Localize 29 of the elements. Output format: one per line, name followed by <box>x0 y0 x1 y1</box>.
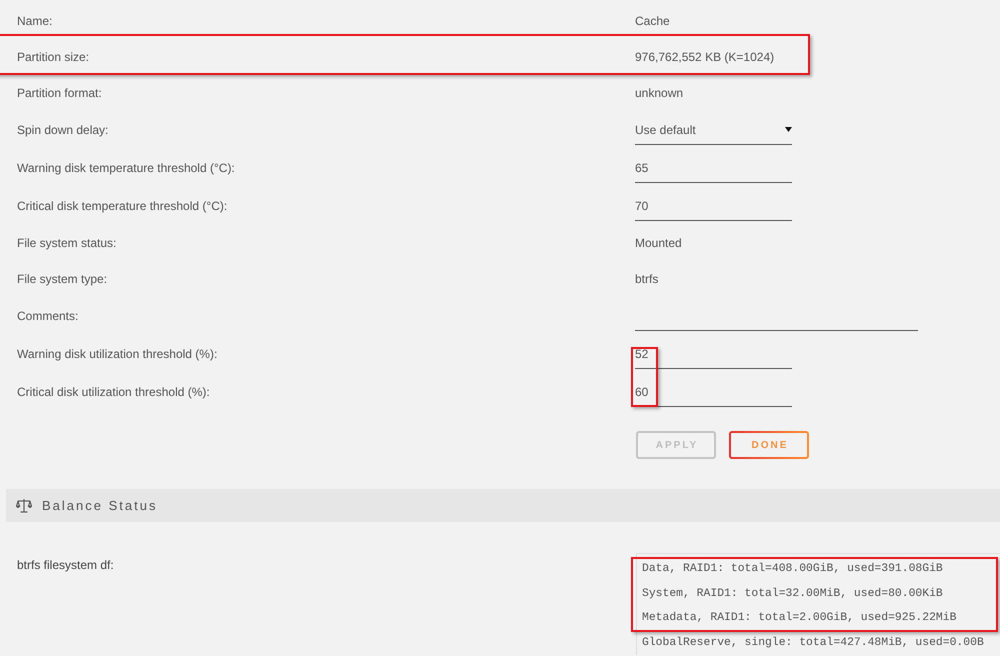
output-line: GlobalReserve, single: total=427.48MiB, used=0.00B <box>642 636 985 650</box>
field-label: btrfs filesystem df: <box>17 557 114 573</box>
field-label: Comments: <box>17 308 78 324</box>
field-label: Critical disk utilization threshold (%): <box>17 384 210 400</box>
field-label: Warning disk temperature threshold (°C): <box>17 160 235 176</box>
input-field[interactable]: 60 <box>635 379 792 407</box>
field-value: btrfs <box>635 271 658 287</box>
field-label: Warning disk utilization threshold (%): <box>17 346 218 362</box>
field-label: File system type: <box>17 271 108 287</box>
balance-scale-icon <box>16 498 32 513</box>
field-label: Partition format: <box>17 85 102 101</box>
field-value: unknown <box>635 85 684 101</box>
dropdown[interactable]: Use default <box>635 117 792 145</box>
caret-icon <box>785 127 792 132</box>
input-field[interactable]: 52 <box>635 341 792 369</box>
field-label: Spin down delay: <box>17 122 108 138</box>
field-label: Name: <box>17 13 52 29</box>
output-line: Data, RAID1: total=408.00GiB, used=391.08GiB <box>642 562 944 577</box>
field-value: Mounted <box>635 235 682 251</box>
field-label: Partition size: <box>17 49 90 65</box>
section-title: Balance Status <box>42 498 158 513</box>
output-line: Metadata, RAID1: total=2.00GiB, used=925.22MiB <box>642 610 958 626</box>
field-value: Cache <box>635 13 670 29</box>
field-value: 976,762,552 KB (K=1024) <box>635 49 774 65</box>
output-line: System, RAID1: total=32.00MiB, used=80.00KiB <box>642 586 944 602</box>
input-field[interactable]: 70 <box>635 193 792 221</box>
field-label: Critical disk temperature threshold (°C): <box>17 198 228 214</box>
input-field[interactable]: 65 <box>635 155 792 183</box>
field-label: File system status: <box>17 235 116 251</box>
